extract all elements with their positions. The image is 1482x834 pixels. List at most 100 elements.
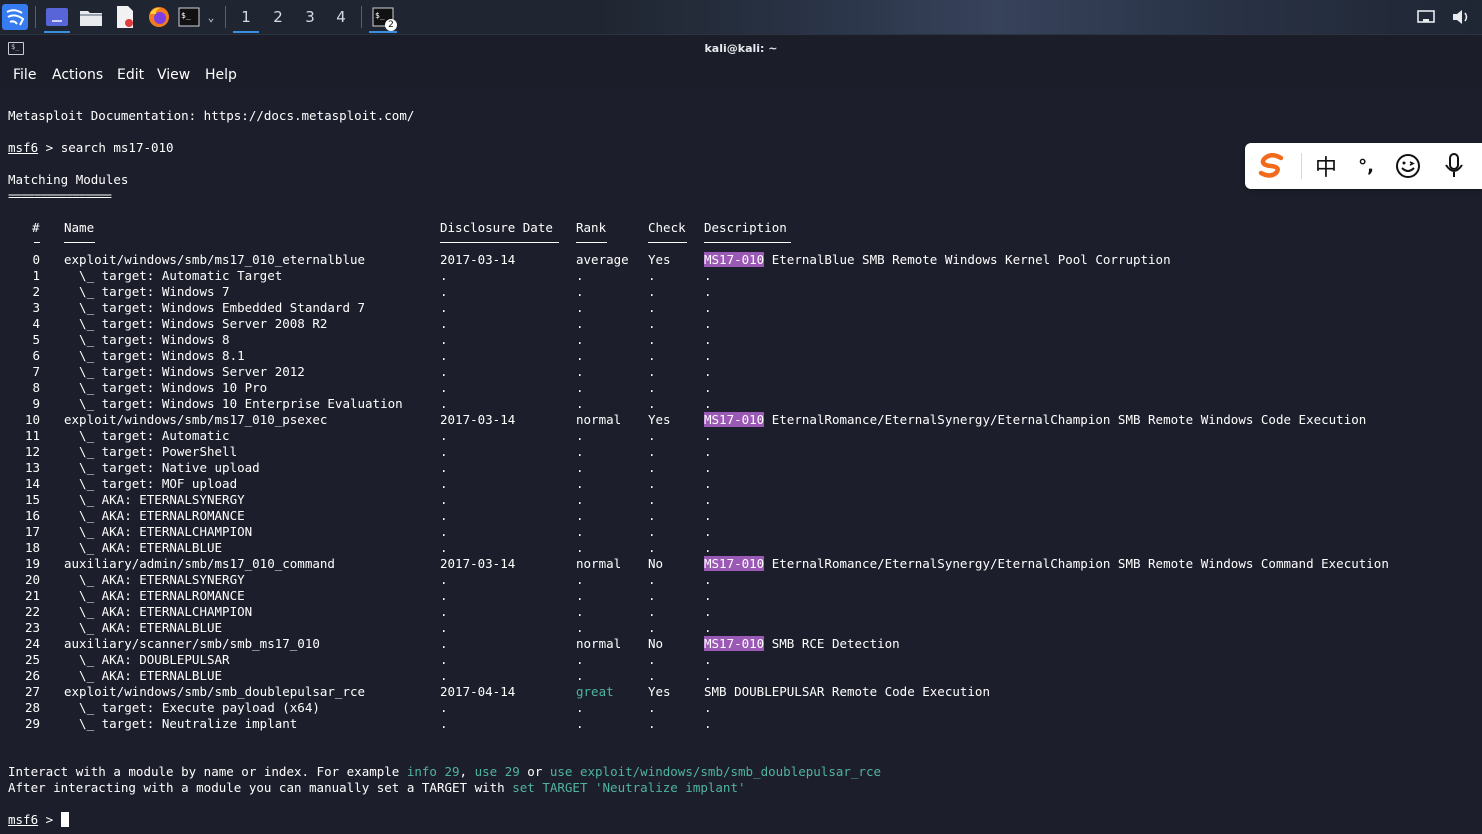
hint-command-use-name: use exploit/windows/smb/smb_doublepulsar… xyxy=(549,764,882,779)
input-line[interactable]: msf6 > xyxy=(8,812,69,828)
network-icon[interactable] xyxy=(1414,3,1438,31)
row-number: 16 xyxy=(24,508,40,523)
row-module-name: \_ AKA: ETERNALCHAMPION xyxy=(64,604,253,619)
menu-help[interactable]: Help xyxy=(205,67,237,83)
col-header-check: Check xyxy=(648,220,686,235)
description-text: . xyxy=(704,700,712,715)
text-editor-icon[interactable] xyxy=(111,3,139,31)
sogou-s-icon[interactable] xyxy=(1257,151,1287,181)
description-text: EternalBlue SMB Remote Windows Kernel Po… xyxy=(764,252,1171,267)
prompt: msf6 xyxy=(8,140,39,155)
table-row: 5 \_ target: Windows 8.... xyxy=(0,332,1482,348)
row-check: No xyxy=(648,556,664,571)
row-module-name: \_ target: Windows 8.1 xyxy=(64,348,245,363)
ime-punctuation-toggle[interactable]: °, xyxy=(1351,151,1381,181)
row-disclosure-date: . xyxy=(440,668,448,683)
table-row: 0 exploit/windows/smb/ms17_010_eternalblu… xyxy=(0,252,1482,268)
description-text: . xyxy=(704,492,712,507)
row-check: . xyxy=(648,716,656,731)
row-check: . xyxy=(648,492,656,507)
command-text: search ms17-010 xyxy=(60,140,174,155)
window-titlebar[interactable]: $_ kali@kali: ~ xyxy=(0,35,1482,64)
row-rank: normal xyxy=(576,412,622,427)
terminal-icon[interactable]: $_ xyxy=(177,3,201,31)
row-description: . xyxy=(704,428,712,444)
description-text: . xyxy=(704,268,712,283)
description-text: . xyxy=(704,524,712,539)
row-check: . xyxy=(648,652,656,667)
row-number: 7 xyxy=(32,364,40,379)
row-number: 4 xyxy=(32,316,40,331)
chevron-down-icon[interactable]: ⌄ xyxy=(203,3,219,31)
terminal-window-button[interactable]: $_ 2 xyxy=(368,3,398,33)
prompt-separator: > xyxy=(38,812,61,827)
row-check: . xyxy=(648,268,656,283)
row-rank: . xyxy=(576,268,584,283)
description-text: . xyxy=(704,476,712,491)
table-row: 10 exploit/windows/smb/ms17_010_psexec 201… xyxy=(0,412,1482,428)
row-description: . xyxy=(704,396,712,412)
ime-toolbar: 中 °, xyxy=(1245,143,1482,189)
workspace-3[interactable]: 3 xyxy=(296,3,324,31)
row-check: . xyxy=(648,380,656,395)
row-disclosure-date: . xyxy=(440,428,448,443)
row-disclosure-date: 2017-04-14 xyxy=(440,684,516,699)
hint-command-set-target: set TARGET 'Neutralize implant' xyxy=(512,780,746,795)
menu-edit[interactable]: Edit xyxy=(117,67,144,83)
firefox-icon[interactable] xyxy=(145,3,173,31)
workspace-label: 4 xyxy=(336,8,346,26)
row-description: . xyxy=(704,444,712,460)
row-disclosure-date: 2017-03-14 xyxy=(440,252,516,267)
row-disclosure-date: . xyxy=(440,332,448,347)
kali-menu-icon[interactable] xyxy=(1,3,29,31)
menu-view[interactable]: View xyxy=(157,67,190,83)
workspace-1[interactable]: 1 xyxy=(232,3,260,33)
table-row: 7 \_ target: Windows Server 2012.... xyxy=(0,364,1482,380)
row-module-name: \_ target: MOF upload xyxy=(64,476,238,491)
row-module-name: exploit/windows/smb/ms17_010_eternalblue xyxy=(64,252,366,267)
workspace-2[interactable]: 2 xyxy=(264,3,292,31)
row-module-name: \_ target: Native upload xyxy=(64,460,260,475)
row-description: . xyxy=(704,332,712,348)
window-title: kali@kali: ~ xyxy=(704,42,778,55)
emoji-icon[interactable] xyxy=(1393,151,1423,181)
table-row: 16 \_ AKA: ETERNALROMANCE.... xyxy=(0,508,1482,524)
workspace-4[interactable]: 4 xyxy=(327,3,355,31)
row-check: . xyxy=(648,316,656,331)
desktop-icon[interactable] xyxy=(43,3,71,33)
row-number: 15 xyxy=(24,492,40,507)
description-text: . xyxy=(704,380,712,395)
file-manager-icon[interactable] xyxy=(77,3,105,31)
row-check: . xyxy=(648,444,656,459)
row-number: 24 xyxy=(24,636,40,651)
row-description: . xyxy=(704,540,712,556)
description-text: . xyxy=(704,284,712,299)
table-row: 18 \_ AKA: ETERNALBLUE.... xyxy=(0,540,1482,556)
terminal-output[interactable]: Metasploit Documentation: https://docs.m… xyxy=(0,90,1482,834)
row-module-name: \_ target: Windows Embedded Standard 7 xyxy=(64,300,366,315)
row-check: . xyxy=(648,508,656,523)
description-text: SMB DOUBLEPULSAR Remote Code Execution xyxy=(704,684,990,699)
row-disclosure-date: . xyxy=(440,716,448,731)
row-description: . xyxy=(704,652,712,668)
menu-file[interactable]: File xyxy=(13,67,36,83)
table-row: 23 \_ AKA: ETERNALBLUE.... xyxy=(0,620,1482,636)
panel-background xyxy=(600,0,1482,34)
ime-mode-toggle[interactable]: 中 xyxy=(1311,151,1341,181)
menu-actions[interactable]: Actions xyxy=(52,67,103,83)
microphone-icon[interactable] xyxy=(1439,151,1469,181)
row-rank: . xyxy=(576,444,584,459)
row-disclosure-date: . xyxy=(440,460,448,475)
row-check: Yes xyxy=(648,412,671,427)
row-rank: normal xyxy=(576,636,622,651)
row-rank: average xyxy=(576,252,629,267)
row-module-name: \_ target: Windows 10 Pro xyxy=(64,380,268,395)
row-number: 29 xyxy=(24,716,40,731)
volume-icon[interactable] xyxy=(1448,3,1474,31)
row-disclosure-date: . xyxy=(440,540,448,555)
row-description: MS17-010 EternalBlue SMB Remote Windows … xyxy=(704,252,1171,268)
row-number: 17 xyxy=(24,524,40,539)
row-rank: great xyxy=(576,684,614,699)
row-rank: . xyxy=(576,364,584,379)
row-number: 5 xyxy=(32,332,40,347)
